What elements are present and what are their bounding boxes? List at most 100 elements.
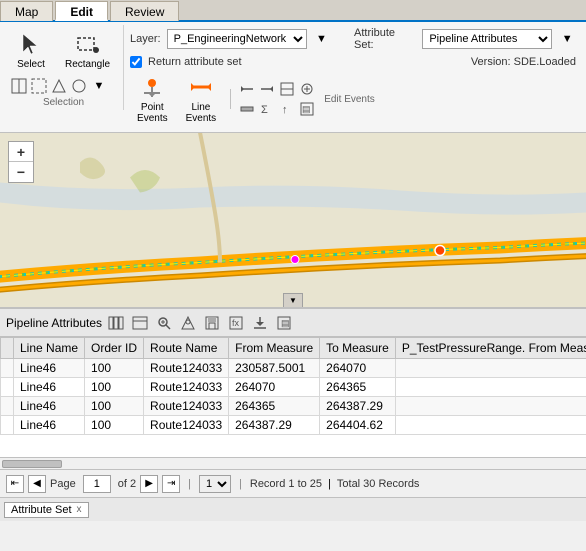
attr-tool-calc[interactable]: fx [226,313,246,333]
cell-line-name: Line46 [14,416,85,435]
cell-route-name: Route124033 [144,359,229,378]
select-button[interactable]: Select [10,27,52,73]
select-dropdown[interactable]: ▼ [90,77,108,95]
attr-tool-options[interactable]: ▤ [274,313,294,333]
ribbon: Select Rectangle [0,22,586,133]
next-page-button[interactable]: ▶ [140,475,158,493]
bottom-tab-label: Attribute Set [11,504,72,516]
select-tool-4[interactable] [70,77,88,95]
version-label: Version: SDE.Loaded [471,56,576,68]
line-events-button[interactable]: LineEvents [179,70,224,127]
layer-select[interactable]: P_EngineeringNetwork [167,29,307,49]
cell-from-measure: 264070 [229,378,320,397]
row-indicator [1,378,14,397]
events-section: Layer: P_EngineeringNetwork ▼ Attribute … [124,25,582,129]
select-tool-2[interactable] [30,77,48,95]
divider-1 [230,89,231,109]
scroll-thumb[interactable] [2,460,62,468]
attr-tool-zoom[interactable] [154,313,174,333]
th-line-name[interactable]: Line Name [14,338,85,359]
layer-label: Layer: [130,33,161,45]
map-area[interactable]: + − ▼ [0,133,586,308]
edit-icon-1[interactable] [238,80,256,98]
layer-row: Layer: P_EngineeringNetwork ▼ Attribute … [130,27,576,51]
pagination-bar: ⇤ ◀ Page of 2 ▶ ⇥ | 1 | Record 1 to 25 |… [0,469,586,497]
svg-text:fx: fx [232,318,240,328]
th-order-id[interactable]: Order ID [85,338,144,359]
page-select[interactable]: 1 [199,475,231,493]
edit-event-icons: Σ ↑ ▤ [238,80,316,118]
edit-events-label: Edit Events [324,94,375,105]
zoom-in-button[interactable]: + [9,142,33,162]
cell-line-name: Line46 [14,378,85,397]
svg-text:▤: ▤ [281,318,290,328]
cell-route-name: Route124033 [144,416,229,435]
cell-order-id: 100 [85,378,144,397]
attr-tool-save[interactable] [202,313,222,333]
attr-set-dropdown-btn[interactable]: ▼ [558,30,576,48]
cell-route-name: Route124033 [144,378,229,397]
tab-map[interactable]: Map [0,1,53,21]
select-tool-3[interactable] [50,77,68,95]
table-row[interactable]: Line46 100 Route124033 264387.29 264404.… [1,416,586,435]
data-table-wrapper[interactable]: Line Name Order ID Route Name From Measu… [0,337,586,457]
th-route-name[interactable]: Route Name [144,338,229,359]
cell-order-id: 100 [85,416,144,435]
table-row[interactable]: Line46 100 Route124033 264070 264365 [1,378,586,397]
data-table: Line Name Order ID Route Name From Measu… [0,337,586,435]
edit-icons-row1 [238,80,316,98]
th-from-measure[interactable]: From Measure [229,338,320,359]
cell-extra [395,397,586,416]
attr-tool-select-zoom[interactable] [178,313,198,333]
last-page-button[interactable]: ⇥ [162,475,180,493]
attr-set-select[interactable]: Pipeline Attributes [422,29,552,49]
select-tool-1[interactable] [10,77,28,95]
record-range-text: Record 1 to 25 [250,478,322,490]
zoom-controls: + − [8,141,34,183]
table-row[interactable]: Line46 100 Route124033 264365 264387.29 [1,397,586,416]
zoom-out-button[interactable]: − [9,162,33,182]
rectangle-button[interactable]: Rectangle [58,27,117,73]
table-row[interactable]: Line46 100 Route124033 230587.5001 26407… [1,359,586,378]
first-page-button[interactable]: ⇤ [6,475,24,493]
th-extra[interactable]: P_TestPressureRange. From Measure [395,338,586,359]
edit-icon-5[interactable] [238,100,256,118]
edit-icons-row2: Σ ↑ ▤ [238,100,316,118]
edit-icon-2[interactable] [258,80,276,98]
edit-icon-4[interactable] [298,80,316,98]
table-body: Line46 100 Route124033 230587.5001 26407… [1,359,586,435]
layer-dropdown-btn[interactable]: ▼ [313,30,331,48]
cell-order-id: 100 [85,397,144,416]
horizontal-scrollbar[interactable] [0,457,586,469]
of-pages-text: of 2 [115,478,136,490]
attr-tool-export[interactable] [250,313,270,333]
edit-icon-6[interactable]: Σ [258,100,276,118]
cell-line-name: Line46 [14,359,85,378]
row-indicator [1,397,14,416]
tab-edit[interactable]: Edit [55,1,108,21]
attribute-table-header: Pipeline Attributes fx ▤ [0,309,586,337]
edit-icon-3[interactable] [278,80,296,98]
cell-line-name: Line46 [14,397,85,416]
point-events-button[interactable]: PointEvents [130,70,175,127]
tab-bar: Map Edit Review [0,0,586,22]
cell-extra [395,378,586,397]
tab-review[interactable]: Review [110,1,179,21]
edit-icon-7[interactable]: ↑ [278,100,296,118]
bottom-tab-attribute-set[interactable]: Attribute Set x [4,502,89,518]
return-attr-checkbox[interactable] [130,56,142,68]
row-indicator [1,359,14,378]
attr-tool-columns[interactable] [106,313,126,333]
pipe-sep-1: | [188,478,191,490]
edit-icon-8[interactable]: ▤ [298,100,316,118]
cell-order-id: 100 [85,359,144,378]
cell-to-measure: 264404.62 [320,416,396,435]
th-to-measure[interactable]: To Measure [320,338,396,359]
collapse-map-button[interactable]: ▼ [283,293,303,307]
page-input[interactable] [83,475,111,493]
attr-tool-table[interactable] [130,313,150,333]
cell-from-measure: 264365 [229,397,320,416]
bottom-tab-close-button[interactable]: x [77,504,82,515]
cell-route-name: Route124033 [144,397,229,416]
prev-page-button[interactable]: ◀ [28,475,46,493]
